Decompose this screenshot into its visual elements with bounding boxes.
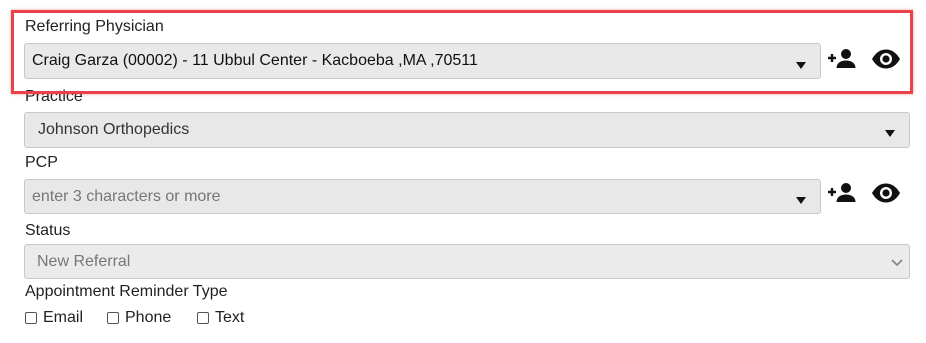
text-checkbox-label: Text [215, 309, 245, 326]
phone-checkbox-label: Phone [125, 309, 172, 326]
practice-label: Practice [25, 88, 83, 105]
add-person-icon [828, 183, 856, 202]
practice-value: Johnson Orthopedics [38, 121, 190, 138]
checkbox-box[interactable] [107, 312, 119, 324]
pcp-select[interactable]: enter 3 characters or more [24, 179, 821, 214]
chevron-down-icon [891, 259, 903, 267]
pcp-placeholder: enter 3 characters or more [32, 187, 221, 205]
dropdown-caret-icon [796, 197, 806, 204]
add-pcp-button[interactable] [826, 179, 858, 207]
email-checkbox[interactable]: Email [25, 308, 83, 328]
status-select[interactable]: New Referral [24, 244, 910, 279]
view-referring-physician-button[interactable] [870, 46, 902, 72]
checkbox-box[interactable] [197, 312, 209, 324]
dropdown-caret-icon [885, 130, 895, 137]
checkbox-box[interactable] [25, 312, 37, 324]
referring-physician-select[interactable]: Craig Garza (00002) - 11 Ubbul Center - … [24, 43, 821, 79]
eye-icon [872, 183, 900, 203]
appointment-reminder-label: Appointment Reminder Type [25, 283, 228, 300]
referring-physician-label: Referring Physician [25, 18, 164, 35]
status-label: Status [25, 222, 71, 239]
text-checkbox[interactable]: Text [197, 308, 244, 328]
referring-physician-value: Craig Garza (00002) - 11 Ubbul Center - … [32, 52, 478, 69]
eye-icon [872, 49, 900, 69]
add-person-icon [828, 49, 856, 68]
practice-select[interactable]: Johnson Orthopedics [24, 112, 910, 148]
view-pcp-button[interactable] [870, 180, 902, 206]
phone-checkbox[interactable]: Phone [107, 308, 171, 328]
pcp-label: PCP [25, 154, 58, 171]
email-checkbox-label: Email [43, 309, 84, 326]
add-referring-physician-button[interactable] [826, 45, 858, 73]
status-value: New Referral [37, 252, 131, 270]
dropdown-caret-icon [796, 62, 806, 69]
